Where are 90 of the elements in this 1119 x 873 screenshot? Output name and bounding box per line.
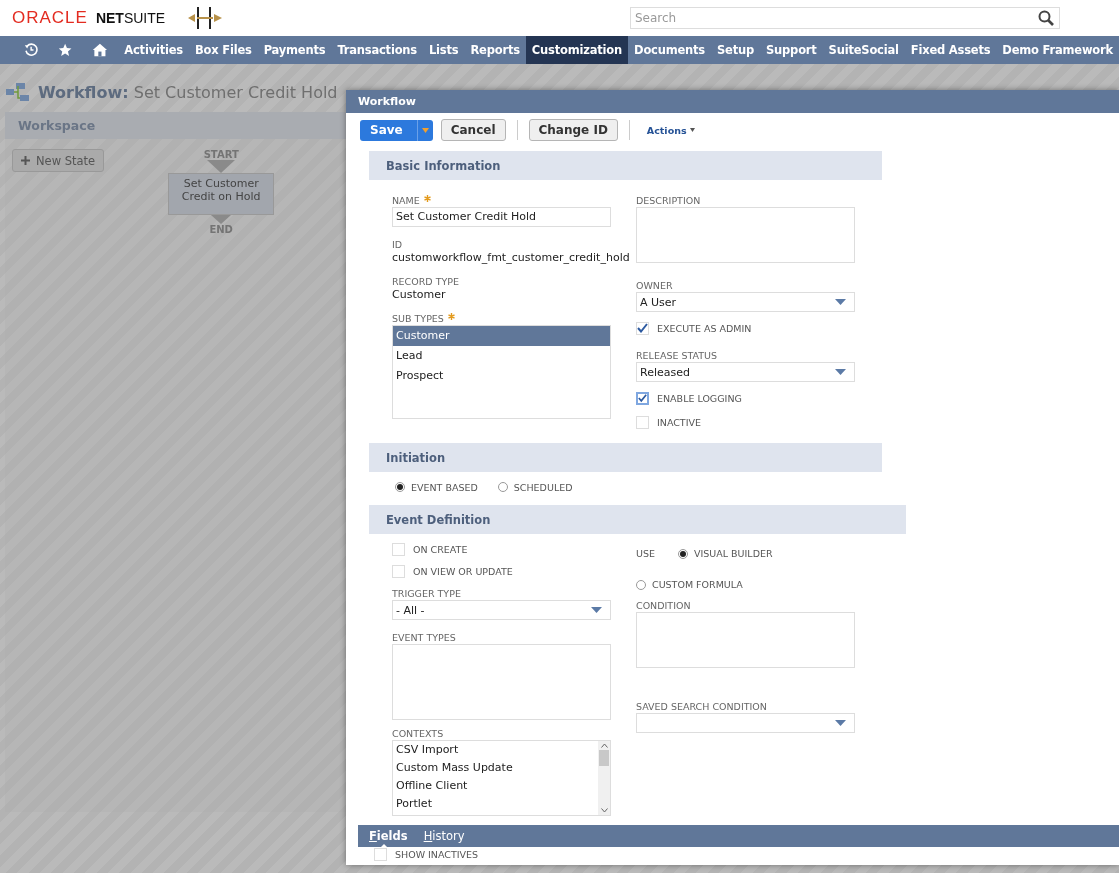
plus-icon[interactable] xyxy=(21,156,30,165)
nav-item[interactable]: Setup xyxy=(711,36,760,64)
save-button[interactable]: Save xyxy=(360,119,433,141)
nav-item[interactable]: Documents xyxy=(628,36,711,64)
name-field[interactable]: Set Customer Credit Hold xyxy=(392,207,611,227)
checkbox-label: ON VIEW OR UPDATE xyxy=(413,565,513,577)
dialog-title: Workflow xyxy=(358,95,416,108)
end-label: END xyxy=(209,224,233,235)
description-field[interactable] xyxy=(636,207,855,263)
nav-item[interactable]: Activities xyxy=(118,36,189,64)
radio-label: EVENT BASED xyxy=(411,481,478,493)
field-label: DESCRIPTION xyxy=(636,195,701,206)
nav-item[interactable]: Fixed Assets xyxy=(904,36,997,64)
list-option[interactable]: Prospect xyxy=(393,366,610,386)
checkbox-label: SHOW INACTIVES xyxy=(395,848,479,860)
list-option[interactable]: Offline Client xyxy=(393,777,598,795)
search-field[interactable]: Search xyxy=(630,7,1060,29)
field-label: CONDITION xyxy=(636,600,691,611)
change-id-button[interactable]: Change ID xyxy=(528,119,618,141)
tab[interactable]: History xyxy=(423,829,465,843)
dropdown-arrow-icon[interactable] xyxy=(835,369,846,375)
field-label: RECORD TYPE xyxy=(392,276,459,287)
flow-arrow xyxy=(211,215,232,224)
field-label: TRIGGER TYPE xyxy=(392,588,461,599)
checkbox-label: ON CREATE xyxy=(413,543,468,555)
brand-logo[interactable]: NETSUITE xyxy=(95,10,166,26)
nav-item[interactable]: Lists xyxy=(422,36,465,64)
scrollbar[interactable] xyxy=(598,741,610,815)
checkbox[interactable] xyxy=(636,391,649,405)
scroll-thumb[interactable] xyxy=(599,750,609,766)
flow-arrow xyxy=(207,160,236,173)
field-value: Customer xyxy=(392,288,446,301)
caret-icon[interactable] xyxy=(689,128,695,132)
search-icon[interactable] xyxy=(1038,10,1054,26)
field-value: customworkflow_fmt_customer_credit_hold xyxy=(392,251,630,264)
field-label: SAVED SEARCH CONDITION xyxy=(636,701,767,712)
list-option[interactable]: CSV Import xyxy=(393,741,598,759)
state-node[interactable]: Set Customer Credit on Hold xyxy=(168,173,275,215)
release-status-select[interactable]: Released xyxy=(636,362,855,382)
radio-label: VISUAL BUILDER xyxy=(694,548,773,559)
list-option[interactable]: Portlet xyxy=(393,795,598,813)
list-option[interactable]: Custom Mass Update xyxy=(393,759,598,777)
nav-item[interactable]: Reports xyxy=(464,36,526,64)
list-option[interactable]: Customer xyxy=(393,326,610,346)
checkbox-label: ENABLE LOGGING xyxy=(657,392,742,404)
radio-label: CUSTOM FORMULA xyxy=(652,579,743,590)
nav-item[interactable]: Demo Framework xyxy=(996,36,1119,64)
brand-logo[interactable]: ORACLE xyxy=(12,8,88,28)
field-label: EVENT TYPES xyxy=(392,632,456,643)
field-label: RELEASE STATUS xyxy=(636,350,718,361)
nav-item[interactable]: SuiteSocial xyxy=(822,36,905,64)
condition-field[interactable] xyxy=(636,612,855,668)
owner-select[interactable]: A User xyxy=(636,292,855,312)
new-state-button[interactable]: New State xyxy=(12,149,105,172)
home-icon[interactable] xyxy=(92,41,109,59)
cancel-button[interactable]: Cancel xyxy=(440,119,506,141)
checkbox-label: EXECUTE AS ADMIN xyxy=(657,322,752,334)
checkbox-label: INACTIVE xyxy=(657,416,701,428)
trigger-type-select[interactable]: - All - xyxy=(392,600,611,620)
start-label: START xyxy=(203,149,239,160)
list-option[interactable]: Lead xyxy=(393,346,610,366)
dropdown-arrow-icon[interactable] xyxy=(835,720,846,726)
radio-button[interactable] xyxy=(395,482,405,492)
section-header[interactable]: Initiation xyxy=(369,443,882,472)
recent-icon[interactable] xyxy=(24,41,39,59)
nav-item[interactable]: Box Files xyxy=(188,36,258,64)
workflow-icon xyxy=(6,82,30,102)
contexts-list[interactable]: CSV Import Custom Mass Update Offline Client Portlet xyxy=(392,740,611,816)
dropdown-arrow-icon[interactable] xyxy=(835,299,846,305)
section-header[interactable]: Basic Information xyxy=(369,151,882,180)
radio-label: SCHEDULED xyxy=(513,481,573,493)
field-label: ID xyxy=(392,239,403,250)
nav-item[interactable]: Customization xyxy=(525,36,629,64)
field-label: NAME xyxy=(392,195,431,206)
sub-types-list[interactable]: Customer Lead Prospect xyxy=(392,325,611,419)
nav-item[interactable]: Payments xyxy=(257,36,332,64)
nav-item[interactable]: Transactions xyxy=(331,36,423,64)
field-label: USE xyxy=(636,548,655,559)
page-title: Workflow: Set Customer Credit Hold xyxy=(38,82,338,102)
company-logo-icon xyxy=(187,6,224,30)
field-label: OWNER xyxy=(636,280,673,291)
panel-title: Workspace xyxy=(18,118,96,133)
field-label: CONTEXTS xyxy=(392,728,444,739)
section-header[interactable]: Event Definition xyxy=(369,505,906,534)
actions-menu[interactable]: Actions xyxy=(646,124,695,136)
scroll-up-icon[interactable] xyxy=(600,743,608,748)
nav-item[interactable]: Support xyxy=(760,36,823,64)
dropdown-arrow-icon[interactable] xyxy=(591,607,602,613)
scroll-down-icon[interactable] xyxy=(600,808,608,813)
field-label: SUB TYPES xyxy=(392,313,455,324)
